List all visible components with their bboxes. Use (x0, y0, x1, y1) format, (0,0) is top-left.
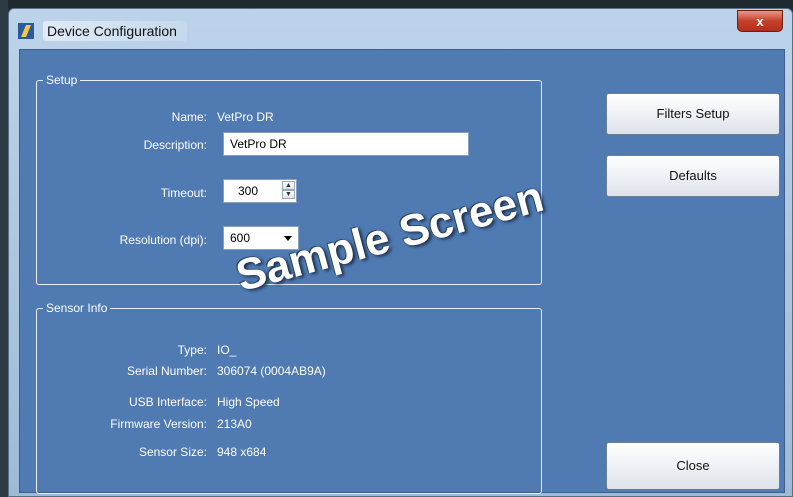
close-icon: x (756, 14, 764, 29)
description-input[interactable]: VetPro DR (223, 132, 469, 156)
usb-interface-label: USB Interface: (128, 395, 207, 409)
window-title: Device Configuration (43, 21, 187, 41)
type-label: Type: (177, 343, 207, 357)
app-logo-icon (18, 23, 34, 39)
sensor-info-group: Sensor Info Type: IO_ Serial Number: 306… (36, 301, 542, 494)
resolution-select[interactable]: 600 (223, 226, 299, 250)
filters-setup-button[interactable]: Filters Setup (606, 93, 780, 135)
type-value: IO_ (217, 343, 237, 357)
serial-number-value: 306074 (0004AB9A) (217, 364, 326, 378)
name-label: Name: (171, 110, 207, 124)
spin-down-icon[interactable]: ▼ (282, 190, 295, 199)
window-close-button[interactable]: x (737, 10, 783, 32)
device-configuration-window: Device Configuration x Setup Name: VetPr… (8, 8, 793, 497)
dialog-client-area: Setup Name: VetPro DR Description: VetPr… (19, 49, 785, 494)
sensor-size-value: 948 x684 (217, 445, 267, 459)
timeout-label: Timeout: (160, 186, 207, 200)
defaults-button[interactable]: Defaults (606, 155, 780, 197)
name-value: VetPro DR (217, 110, 274, 124)
usb-interface-value: High Speed (217, 395, 280, 409)
serial-number-label: Serial Number: (126, 364, 207, 378)
description-label: Description: (143, 138, 207, 152)
title-bar[interactable]: Device Configuration x (9, 9, 792, 49)
timeout-value: 300 (238, 184, 259, 198)
close-button[interactable]: Close (606, 442, 780, 490)
sensor-size-label: Sensor Size: (138, 445, 207, 459)
resolution-label: Resolution (dpi): (119, 233, 207, 247)
firmware-version-value: 213A0 (217, 417, 252, 431)
firmware-version-label: Firmware Version: (110, 417, 207, 431)
setup-group-title: Setup (43, 73, 81, 87)
resolution-value: 600 (230, 231, 251, 245)
chevron-down-icon[interactable] (284, 236, 292, 241)
background-edge (0, 0, 8, 497)
setup-group: Setup Name: VetPro DR Description: VetPr… (36, 73, 542, 285)
sensor-info-group-title: Sensor Info (43, 301, 111, 315)
timeout-stepper[interactable]: 300 ▲ ▼ (223, 179, 297, 203)
spin-up-icon[interactable]: ▲ (282, 181, 295, 190)
